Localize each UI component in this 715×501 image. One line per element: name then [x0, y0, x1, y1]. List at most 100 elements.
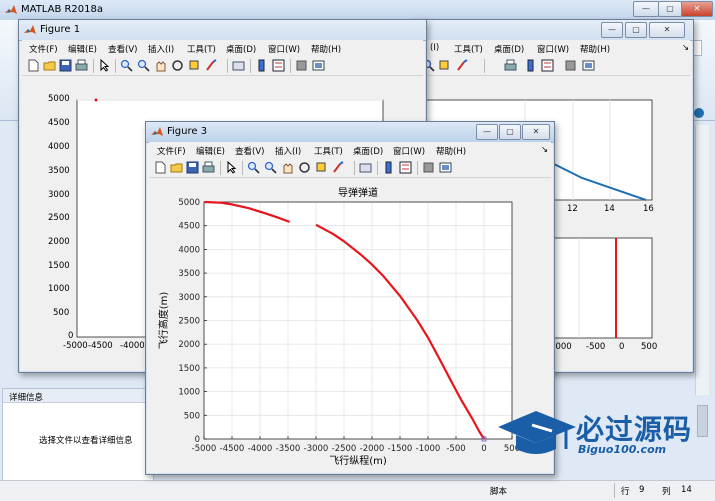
back-print-icon[interactable]	[504, 59, 517, 72]
f3-menu-desktop[interactable]: 桌面(D)	[353, 145, 383, 157]
f1-dock-icon[interactable]	[312, 59, 325, 72]
f1-save-icon[interactable]	[59, 59, 72, 72]
right-scroll-strip[interactable]	[695, 125, 709, 395]
back-hide-tools-icon[interactable]	[564, 59, 577, 72]
f1-colorbar-icon[interactable]	[255, 59, 268, 72]
back-maximize-button[interactable]: ▢	[625, 22, 647, 38]
back-legend-icon[interactable]	[541, 59, 554, 72]
right-scroll-thumb[interactable]	[697, 405, 708, 437]
figure-back-titlebar: — ▢ ✕	[411, 20, 693, 41]
back-brush-icon[interactable]	[456, 59, 469, 72]
figure1-title: Figure 1	[40, 24, 81, 35]
f1-menu-view[interactable]: 查看(V)	[108, 43, 137, 55]
back-menu-help[interactable]: 帮助(H)	[580, 43, 610, 55]
f3-menu-dock-arrow-icon[interactable]: ↘	[541, 145, 548, 155]
f1-link-icon[interactable]	[232, 59, 245, 72]
f3-menu-view[interactable]: 查看(V)	[235, 145, 264, 157]
f3-separator-1	[220, 161, 221, 175]
back-upper-tick-14: 14	[604, 204, 615, 214]
f1-ytick-4500: 4500	[48, 118, 70, 128]
f3-hide-tools-icon[interactable]	[422, 161, 435, 174]
f3-dock-icon[interactable]	[439, 161, 452, 174]
back-menu-window[interactable]: 窗口(W)	[537, 43, 569, 55]
f1-zoom-out-icon[interactable]	[137, 59, 150, 72]
f1-hide-tools-icon[interactable]	[295, 59, 308, 72]
x-tick-label: -500	[446, 444, 465, 454]
back-lower-tick-neg500: -500	[586, 342, 606, 352]
f3-zoom-out-icon[interactable]	[264, 161, 277, 174]
f1-menu-edit[interactable]: 编辑(E)	[68, 43, 97, 55]
f3-menu-edit[interactable]: 编辑(E)	[196, 145, 225, 157]
right-help-icon[interactable]	[694, 108, 704, 118]
f3-print-icon[interactable]	[202, 161, 215, 174]
status-divider	[614, 483, 615, 498]
f3-menu-help[interactable]: 帮助(H)	[436, 145, 466, 157]
x-tick-label: -4500	[220, 444, 245, 454]
f3-legend-icon[interactable]	[399, 161, 412, 174]
back-menu-tools[interactable]: 工具(T)	[454, 43, 483, 55]
f3-close-button[interactable]: ✕	[522, 124, 550, 140]
back-close-button[interactable]: ✕	[649, 22, 685, 38]
f1-print-icon[interactable]	[75, 59, 88, 72]
f3-menu-file[interactable]: 文件(F)	[157, 145, 186, 157]
back-menu-insert[interactable]: (I)	[430, 43, 439, 53]
back-upper-tick-12: 12	[567, 204, 578, 214]
figure3-window: Figure 3 — ▢ ✕ 文件(F) 编辑(E) 查看(V) 插入(I) 工…	[145, 121, 555, 475]
f3-open-icon[interactable]	[170, 161, 183, 174]
detail-panel-title: 详细信息	[9, 393, 44, 403]
f3-new-figure-icon[interactable]	[154, 161, 167, 174]
x-tick-label: 0	[481, 444, 486, 454]
f1-pan-icon[interactable]	[154, 59, 167, 72]
f3-maximize-button[interactable]: ▢	[499, 124, 521, 140]
f1-datacursor-icon[interactable]	[188, 59, 201, 72]
status-col-value: 14	[681, 485, 692, 495]
f1-brush-icon[interactable]	[205, 59, 218, 72]
figure1-menubar: 文件(F) 编辑(E) 查看(V) 插入(I) 工具(T) 桌面(D) 窗口(W…	[22, 40, 423, 56]
back-dock-icon[interactable]	[582, 59, 595, 72]
f1-menu-desktop[interactable]: 桌面(D)	[226, 43, 256, 55]
f1-ytick-500: 500	[53, 308, 70, 318]
f3-menu-window[interactable]: 窗口(W)	[393, 145, 425, 157]
f3-colorbar-icon[interactable]	[382, 161, 395, 174]
f1-separator-5	[290, 59, 291, 73]
f3-menu-insert[interactable]: 插入(I)	[275, 145, 301, 157]
f3-datacursor-icon[interactable]	[315, 161, 328, 174]
f3-pointer-icon[interactable]	[225, 160, 238, 174]
main-window-title: MATLAB R2018a	[21, 4, 104, 15]
f1-menu-insert[interactable]: 插入(I)	[148, 43, 174, 55]
f3-zoom-in-icon[interactable]	[247, 161, 260, 174]
status-row-value: 9	[639, 485, 645, 495]
f3-rotate-icon[interactable]	[298, 161, 311, 174]
back-menu-desktop[interactable]: 桌面(D)	[494, 43, 524, 55]
back-datacursor-icon[interactable]	[438, 59, 451, 72]
f3-brush-icon[interactable]	[332, 161, 345, 174]
f3-save-icon[interactable]	[186, 161, 199, 174]
f3-link-icon[interactable]	[359, 161, 372, 174]
back-colorbar-icon[interactable]	[524, 59, 537, 72]
x-tick-label: -2500	[332, 444, 357, 454]
main-minimize-button[interactable]: —	[633, 1, 659, 17]
f1-menu-tools[interactable]: 工具(T)	[187, 43, 216, 55]
figure1-matlab-icon	[24, 24, 36, 36]
f1-legend-icon[interactable]	[272, 59, 285, 72]
figure3-menubar: 文件(F) 编辑(E) 查看(V) 插入(I) 工具(T) 桌面(D) 窗口(W…	[149, 142, 551, 158]
back-minimize-button[interactable]: —	[601, 22, 623, 38]
f1-zoom-in-icon[interactable]	[120, 59, 133, 72]
f1-menu-help[interactable]: 帮助(H)	[311, 43, 341, 55]
f1-menu-window[interactable]: 窗口(W)	[268, 43, 300, 55]
status-script-label: 脚本	[490, 487, 508, 497]
f3-menu-tools[interactable]: 工具(T)	[314, 145, 343, 157]
f1-ytick-3000: 3000	[48, 190, 70, 200]
f3-minimize-button[interactable]: —	[476, 124, 498, 140]
back-menu-dock-arrow-icon[interactable]: ↘	[682, 43, 689, 53]
figure3-matlab-icon	[151, 126, 163, 138]
main-maximize-button[interactable]: ▢	[658, 1, 682, 17]
x-tick-label: -3500	[276, 444, 301, 454]
f1-open-icon[interactable]	[43, 59, 56, 72]
f1-menu-file[interactable]: 文件(F)	[29, 43, 58, 55]
main-close-button[interactable]: ✕	[681, 1, 713, 17]
f3-pan-icon[interactable]	[281, 161, 294, 174]
f1-pointer-icon[interactable]	[98, 58, 111, 72]
f1-rotate-icon[interactable]	[171, 59, 184, 72]
f1-new-figure-icon[interactable]	[27, 59, 40, 72]
